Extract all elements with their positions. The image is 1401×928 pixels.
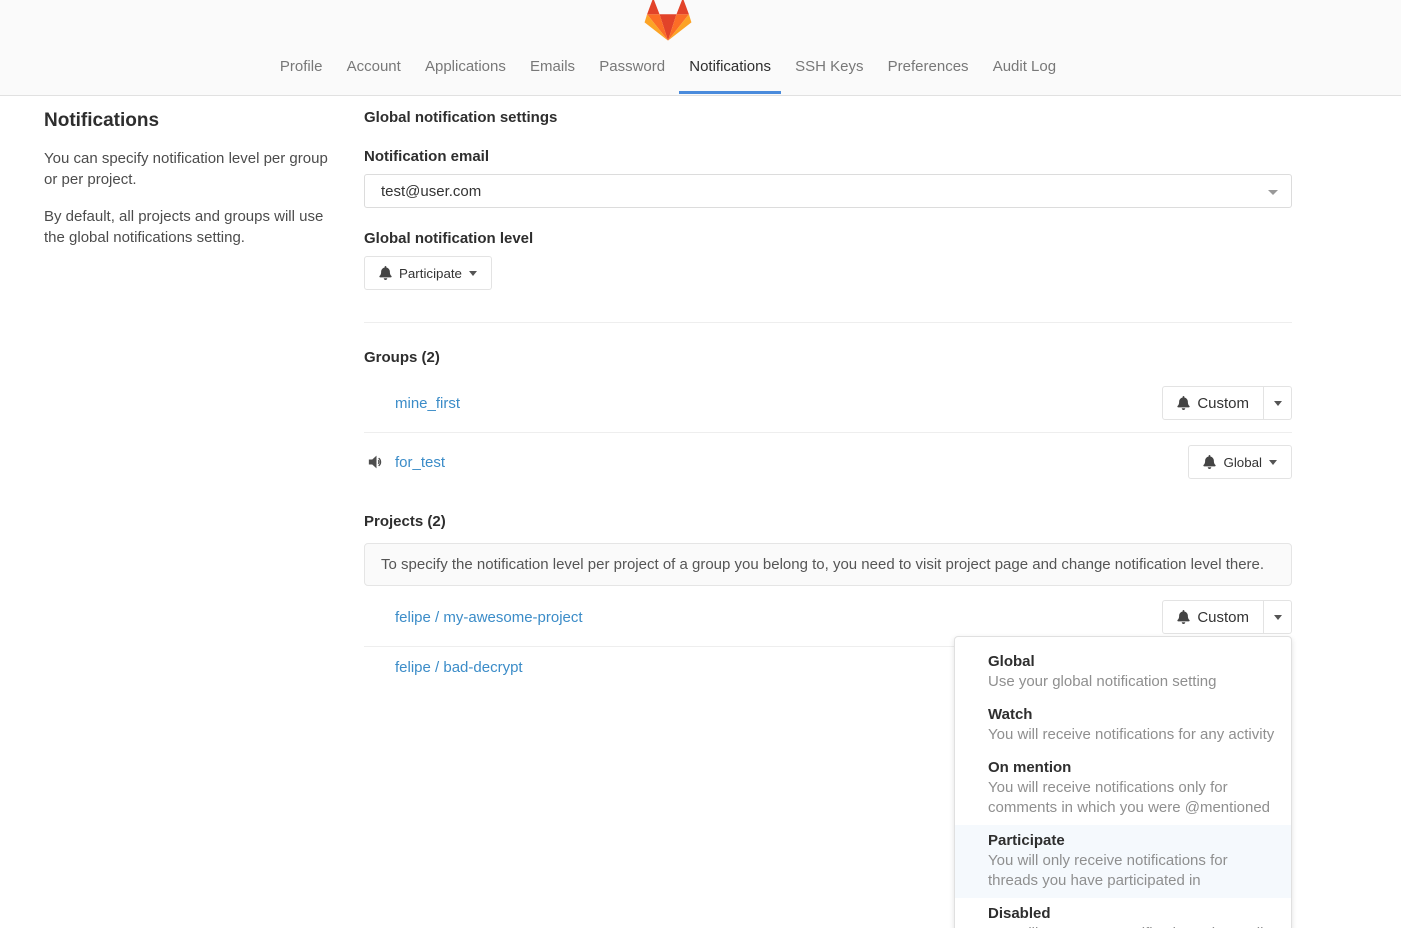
volume-up-icon [368,454,385,470]
icon-slot [368,454,395,470]
tab-ssh-keys[interactable]: SSH Keys [785,58,873,94]
dropdown-item-description: You will not get any notifications via e… [988,924,1275,928]
projects-list: felipe / my-awesome-project Custom Globa… [364,588,1292,688]
global-level-value: Participate [399,266,462,281]
top-header: Profile Account Applications Emails Pass… [0,0,1401,96]
tab-notifications[interactable]: Notifications [679,58,781,94]
notification-email-select[interactable]: test@user.com [364,174,1292,208]
dropdown-item-title: Participate [988,831,1275,851]
dropdown-item-watch[interactable]: Watch You will receive notifications for… [955,699,1291,752]
global-level-button[interactable]: Participate [364,256,492,290]
bell-icon [379,266,392,280]
tab-profile[interactable]: Profile [270,58,333,94]
dropdown-item-description: You will only receive notifications for … [988,851,1275,891]
projects-notice: To specify the notification level per pr… [364,543,1292,586]
group-link-mine-first[interactable]: mine_first [395,395,460,412]
dropdown-item-description: You will receive notifications only for … [988,778,1275,818]
group-row-mine-first: mine_first Custom [364,374,1292,432]
settings-description-column: Notifications You can specify notificati… [44,96,330,688]
section-divider [364,322,1292,323]
dropdown-item-on-mention[interactable]: On mention You will receive notification… [955,752,1291,825]
tab-applications[interactable]: Applications [415,58,516,94]
project-level-value: Custom [1197,609,1249,626]
group-level-button[interactable]: Global [1188,445,1292,479]
profile-settings-tabs: Profile Account Applications Emails Pass… [0,58,1336,94]
dropdown-item-title: On mention [988,758,1275,778]
group-level-split-button: Custom [1162,386,1292,420]
project-link-bad-decrypt[interactable]: felipe / bad-decrypt [395,659,523,676]
notification-email-value: test@user.com [381,183,481,200]
dropdown-item-title: Global [988,652,1275,672]
dropdown-item-title: Disabled [988,904,1275,924]
project-link-my-awesome-project[interactable]: felipe / my-awesome-project [395,609,583,626]
group-level-button[interactable]: Custom [1163,387,1263,419]
dropdown-item-participate[interactable]: Participate You will only receive notifi… [955,825,1291,898]
groups-heading: Groups (2) [364,349,1292,366]
caret-down-icon [469,271,477,276]
project-row-my-awesome-project: felipe / my-awesome-project Custom Globa… [364,588,1292,646]
project-level-split-button: Custom [1162,600,1292,634]
project-level-button[interactable]: Custom [1163,601,1263,633]
description-paragraph: You can specify notification level per g… [44,148,330,190]
bell-icon [1177,610,1190,624]
tab-preferences[interactable]: Preferences [878,58,979,94]
group-level-value: Custom [1197,395,1249,412]
caret-down-icon [1269,460,1277,465]
notification-level-label: Global notification level [364,230,1292,247]
group-link-for-test[interactable]: for_test [395,454,445,471]
tab-audit-log[interactable]: Audit Log [983,58,1066,94]
gitlab-logo-icon[interactable] [644,0,692,42]
dropdown-item-global[interactable]: Global Use your global notification sett… [955,646,1291,699]
chevron-down-icon [1268,190,1278,195]
dropdown-item-description: You will receive notifications for any a… [988,725,1275,745]
tab-password[interactable]: Password [589,58,675,94]
dropdown-item-title: Watch [988,705,1275,725]
dropdown-item-disabled[interactable]: Disabled You will not get any notificati… [955,898,1291,928]
groups-list: mine_first Custom [364,374,1292,491]
notification-level-dropdown: Global Use your global notification sett… [954,636,1292,928]
dropdown-item-description: Use your global notification setting [988,672,1275,692]
description-paragraph: By default, all projects and groups will… [44,206,330,248]
notification-email-label: Notification email [364,148,1292,165]
caret-down-icon [1274,615,1282,620]
bell-icon [1203,455,1216,469]
group-row-for-test: for_test Global [364,432,1292,491]
tab-emails[interactable]: Emails [520,58,585,94]
caret-down-icon [1274,401,1282,406]
global-settings-heading: Global notification settings [364,109,1292,126]
project-level-caret-button[interactable] [1263,601,1291,633]
projects-heading: Projects (2) [364,513,1292,530]
tab-account[interactable]: Account [337,58,411,94]
bell-icon [1177,396,1190,410]
group-level-caret-button[interactable] [1263,387,1291,419]
settings-form-column: Global notification settings Notificatio… [364,96,1292,688]
page-title: Notifications [44,110,330,132]
group-level-value: Global [1223,455,1262,470]
